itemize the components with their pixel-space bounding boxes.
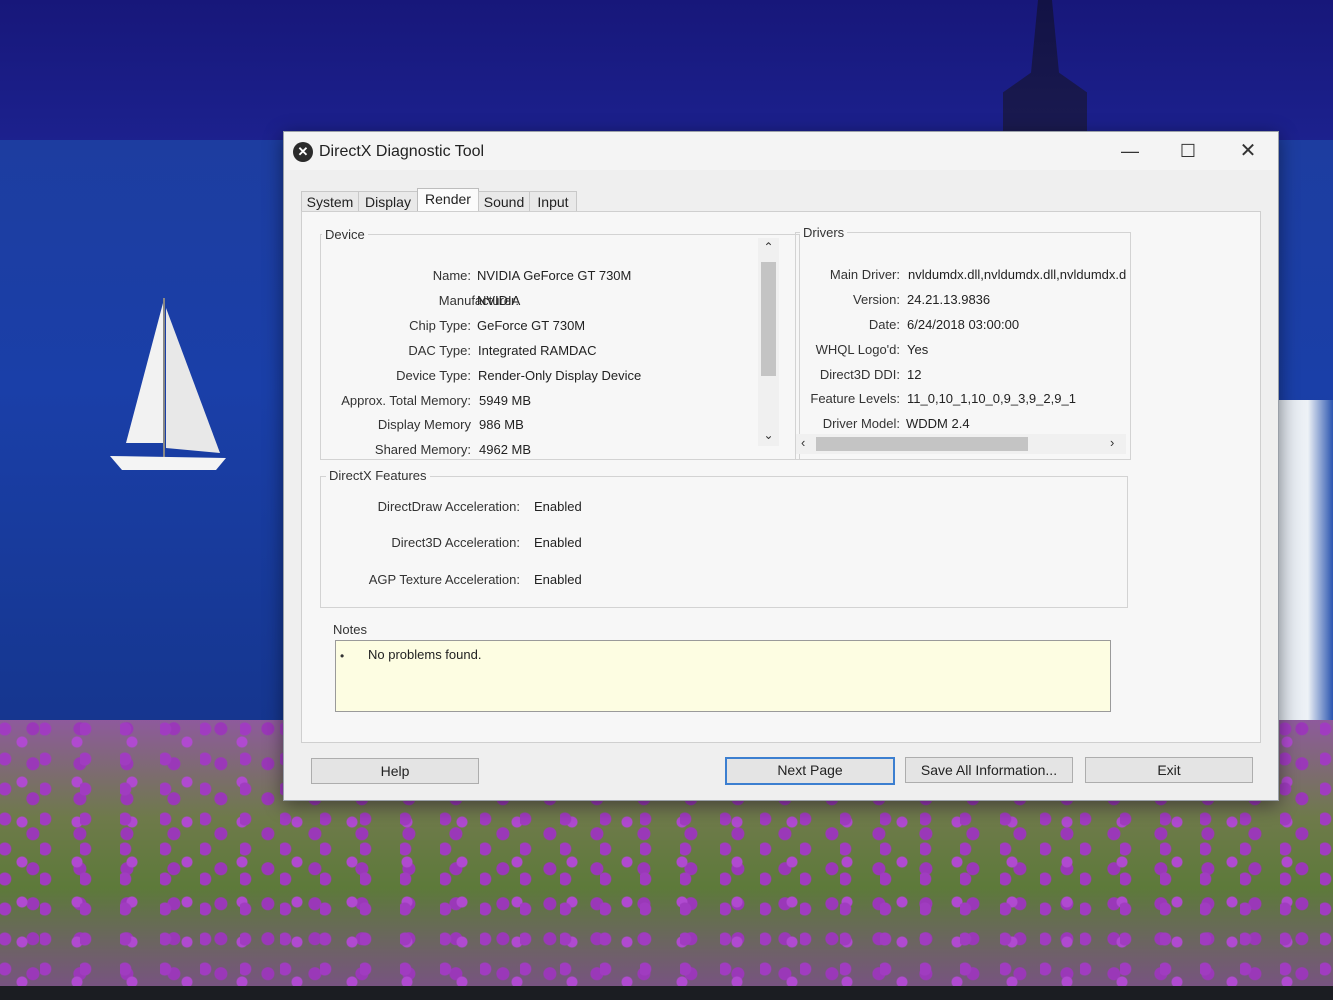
taskbar — [0, 986, 1333, 1000]
device-chip-type-label: Chip Type: — [409, 318, 471, 333]
wallpaper-house — [1270, 400, 1333, 740]
driver-date-value: 6/24/2018 03:00:00 — [907, 317, 1020, 332]
save-all-information-button[interactable]: Save All Information... — [905, 757, 1073, 783]
device-name-value: NVIDIA GeForce GT 730M — [477, 268, 632, 283]
scrollbar-thumb[interactable] — [761, 262, 776, 376]
driver-ddi-label: Direct3D DDI: — [819, 367, 900, 382]
exit-button[interactable]: Exit — [1085, 757, 1253, 783]
device-display-memory-value: 986 MB — [479, 417, 524, 432]
device-display-memory-label: Display Memory — [377, 417, 471, 432]
driver-whql-value: Yes — [907, 342, 929, 357]
driver-feature-levels-label: Feature Levels: — [810, 391, 900, 406]
driver-feature-levels-value: 11_0,10_1,10_0,9_3,9_2,9_1 — [907, 391, 1076, 406]
device-dac-type-value: Integrated RAMDAC — [478, 343, 597, 358]
driver-version-label: Version: — [853, 292, 900, 307]
driver-whql-label: WHQL Logo'd: — [815, 342, 900, 357]
notes-box: • No problems found. — [335, 640, 1111, 712]
device-vertical-scrollbar[interactable]: ⌃ ⌄ — [758, 238, 779, 446]
device-total-memory-value: 5949 MB — [479, 393, 532, 408]
wallpaper-sailboat — [110, 298, 226, 470]
notes-title: Notes — [330, 622, 370, 637]
directx-icon: ✕ — [293, 142, 313, 162]
close-icon[interactable]: ✕ — [1224, 136, 1272, 166]
note-item: No problems found. — [368, 647, 482, 662]
tab-input[interactable]: Input — [529, 191, 577, 212]
tab-sound[interactable]: Sound — [478, 191, 530, 212]
driver-main-value: nvldumdx.dll,nvldumdx.dll,nvldumdx.d — [908, 267, 1127, 282]
maximize-icon[interactable]: ☐ — [1164, 136, 1212, 166]
device-group-title: Device — [322, 227, 368, 242]
scroll-up-icon[interactable]: ⌃ — [758, 240, 779, 254]
scroll-left-icon[interactable]: ‹ — [801, 435, 805, 450]
driver-ddi-value: 12 — [907, 367, 922, 382]
bullet-icon: • — [340, 649, 345, 663]
features-group-title: DirectX Features — [326, 468, 430, 483]
minimize-icon[interactable]: — — [1106, 136, 1154, 166]
scrollbar-thumb[interactable] — [816, 437, 1028, 451]
device-shared-memory-value: 4962 MB — [479, 442, 532, 457]
drivers-group-title: Drivers — [800, 225, 848, 240]
driver-version-value: 24.21.13.9836 — [907, 292, 991, 307]
device-device-type-label: Device Type: — [396, 368, 471, 383]
feature-agp-value: Enabled — [534, 572, 582, 587]
feature-direct3d-label: Direct3D Acceleration: — [391, 535, 520, 550]
feature-agp-label: AGP Texture Acceleration: — [368, 572, 520, 587]
driver-model-label: Driver Model: — [822, 416, 900, 431]
tab-system[interactable]: System — [301, 191, 359, 212]
dxdiag-window: ✕ DirectX Diagnostic Tool — ☐ ✕ System D… — [283, 131, 1279, 801]
feature-direct3d-value: Enabled — [534, 535, 582, 550]
device-chip-type-value: GeForce GT 730M — [477, 318, 586, 333]
device-manufacturer-value: NVIDIA — [477, 293, 521, 308]
title-bar: ✕ DirectX Diagnostic Tool — ☐ ✕ — [284, 132, 1278, 170]
render-panel: Device Name: NVIDIA GeForce GT 730M Manu… — [301, 211, 1261, 743]
device-dac-type-label: DAC Type: — [408, 343, 471, 358]
device-total-memory-label: Approx. Total Memory: — [341, 393, 471, 408]
driver-date-label: Date: — [868, 317, 900, 332]
scroll-down-icon[interactable]: ⌄ — [758, 428, 779, 442]
window-title: DirectX Diagnostic Tool — [319, 143, 485, 160]
next-page-button[interactable]: Next Page — [725, 757, 895, 785]
tab-display[interactable]: Display — [358, 191, 418, 212]
help-button[interactable]: Help — [311, 758, 479, 784]
drivers-horizontal-scrollbar[interactable]: ‹ › — [796, 434, 1126, 454]
device-device-type-value: Render-Only Display Device — [478, 368, 642, 383]
feature-directdraw-label: DirectDraw Acceleration: — [377, 499, 520, 514]
tab-render[interactable]: Render — [417, 188, 479, 213]
driver-model-value: WDDM 2.4 — [906, 416, 970, 431]
device-name-label: Name: — [432, 268, 471, 283]
feature-directdraw-value: Enabled — [534, 499, 582, 514]
driver-main-label: Main Driver: — [829, 267, 900, 282]
scroll-right-icon[interactable]: › — [1110, 435, 1114, 450]
device-shared-memory-label: Shared Memory: — [374, 442, 471, 457]
